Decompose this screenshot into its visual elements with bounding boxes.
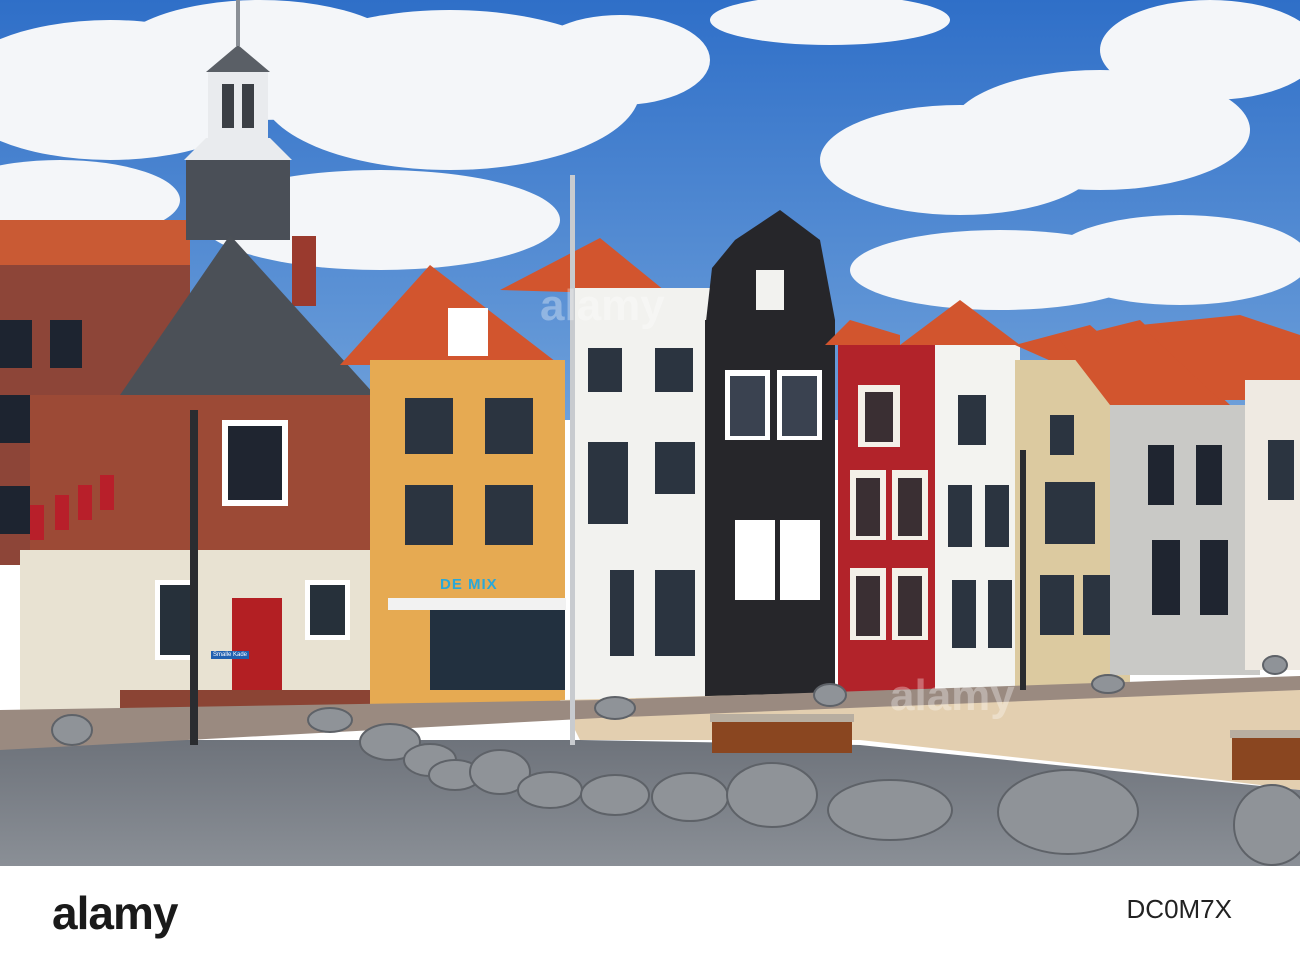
footer-bar: alamy DC0M7X (0, 866, 1300, 956)
photo-stage: DE MIX Smalle Kade alamy alamy alamy DC0… (0, 0, 1300, 956)
street-sign: Smalle Kade (211, 651, 250, 659)
street-scene-photo (0, 0, 1300, 866)
red-house (825, 320, 948, 695)
footer-logo: alamy (52, 887, 178, 939)
black-gabled-house (705, 210, 835, 700)
stock-code: DC0M7X (1126, 894, 1232, 924)
cafe-sign: DE MIX (440, 576, 498, 593)
